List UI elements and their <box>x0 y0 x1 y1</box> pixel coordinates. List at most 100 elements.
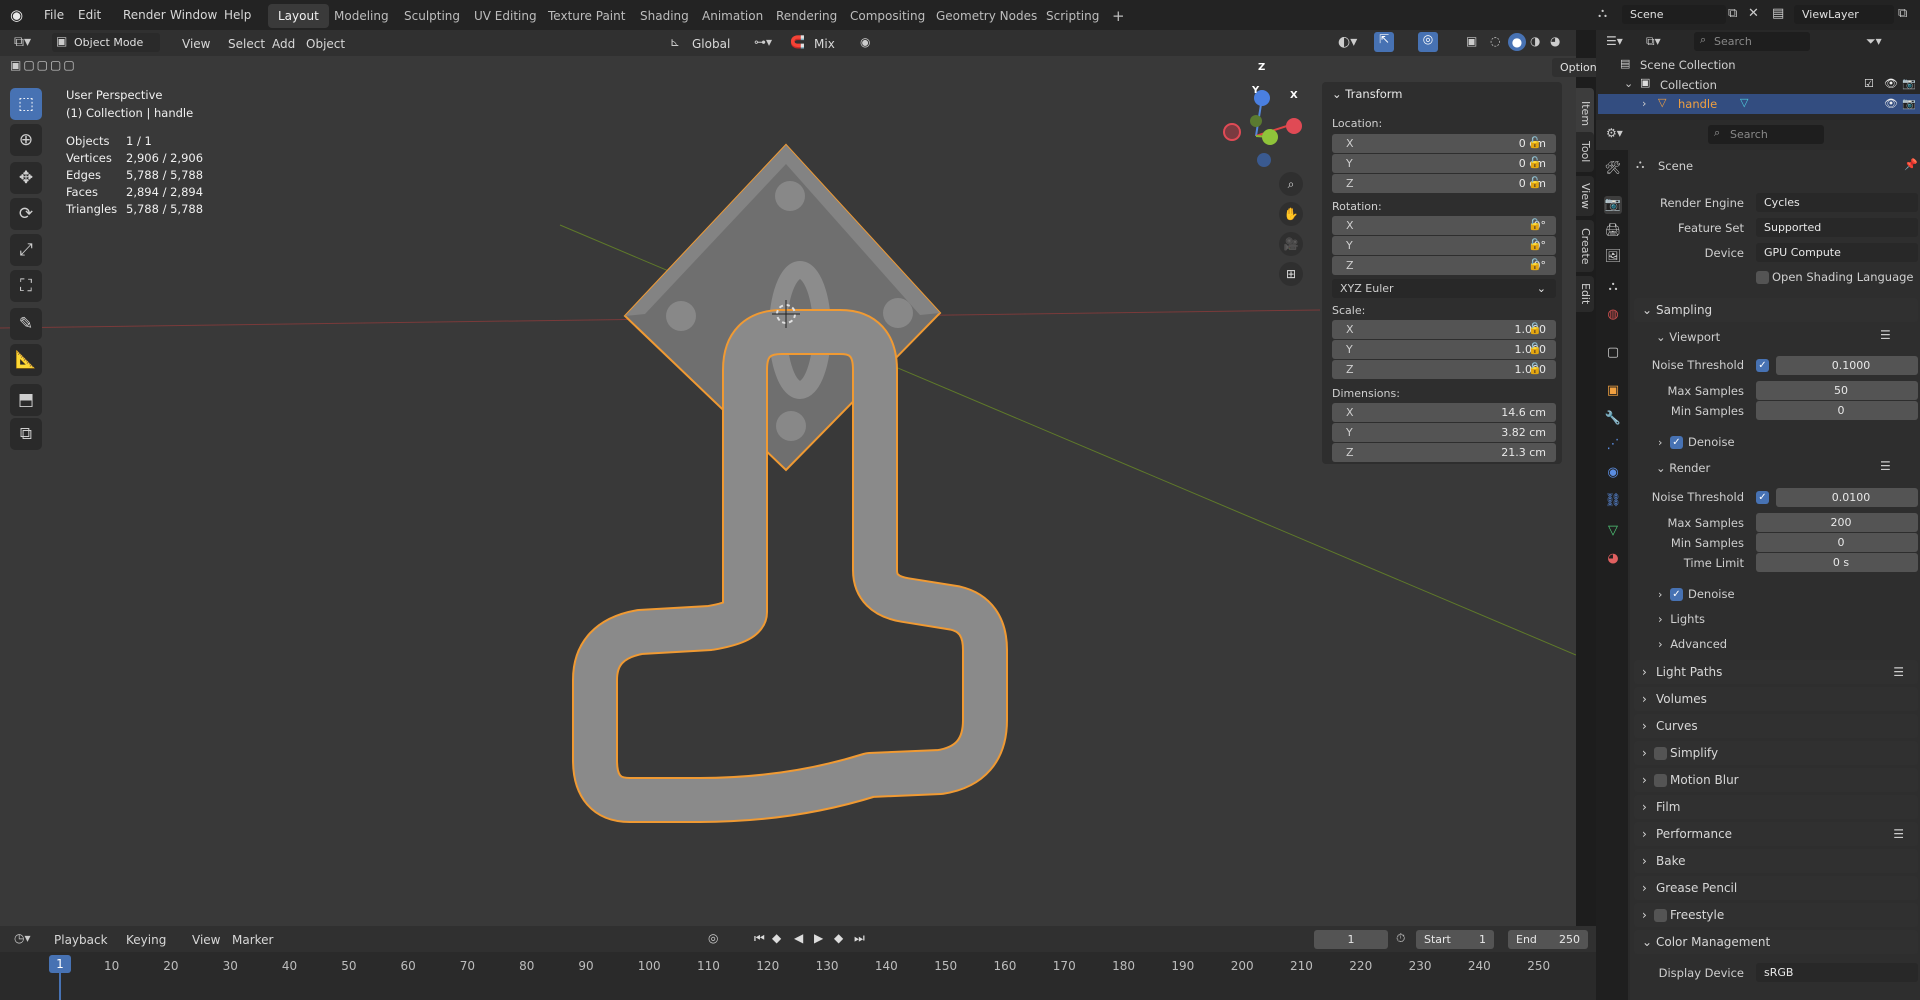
tab-scripting[interactable]: Scripting <box>1036 4 1109 28</box>
lock-icon[interactable]: 🔓 <box>1528 238 1542 252</box>
camera-view-icon[interactable]: 🎥 <box>1279 232 1303 256</box>
shading-solid-icon[interactable]: ● <box>1508 33 1526 51</box>
tab-edit[interactable]: Edit <box>1576 276 1594 312</box>
new-viewlayer-icon[interactable]: ⧉ <box>1898 6 1907 21</box>
device-selector[interactable]: GPU Compute <box>1756 243 1918 262</box>
next-keyframe-icon[interactable]: ◆ <box>834 931 843 945</box>
camera-icon[interactable]: 📷 <box>1902 97 1916 110</box>
filter-icon[interactable]: ⏷▾ <box>1866 34 1882 49</box>
shading-wireframe-icon[interactable]: ◌ <box>1490 34 1500 48</box>
scene-icon[interactable]: ⛬ <box>1598 6 1620 24</box>
blender-logo-icon[interactable]: ◉ <box>10 6 28 24</box>
list-icon[interactable]: ☰ <box>1880 328 1891 342</box>
xray-icon[interactable]: ▣ <box>1466 34 1477 48</box>
proportional-edit-icon[interactable]: ◉ <box>860 35 870 49</box>
viewlayer-icon[interactable]: ▤ <box>1772 6 1784 21</box>
zoom-icon[interactable]: ⌕ <box>1279 172 1303 196</box>
menu-edit[interactable]: Edit <box>70 5 109 25</box>
gizmo-y-label[interactable]: Y <box>1252 85 1259 96</box>
vp-min-samples-field[interactable]: 0 <box>1756 401 1918 420</box>
osl-checkbox[interactable] <box>1756 271 1769 284</box>
tab-texture-paint[interactable]: Texture Paint <box>538 4 635 28</box>
cursor-tool-icon[interactable]: ⊕ <box>10 124 42 156</box>
display-device-selector[interactable]: sRGB <box>1756 963 1918 982</box>
scale-y-field[interactable]: Y 1.000 <box>1332 340 1556 359</box>
r-noise-threshold-checkbox[interactable]: ✓ <box>1756 491 1769 504</box>
section-film[interactable]: › Film <box>1634 795 1918 819</box>
measure-tool-icon[interactable]: 📐 <box>10 344 42 376</box>
keying-menu[interactable]: Keying <box>120 930 172 950</box>
scene-collection-label[interactable]: Scene Collection <box>1640 58 1736 72</box>
dimension-y-field[interactable]: Y 3.82 cm <box>1332 423 1556 442</box>
move-tool-icon[interactable]: ✥ <box>10 162 42 194</box>
tab-modeling[interactable]: Modeling <box>324 4 399 28</box>
transform-panel-title[interactable]: ⌄ Transform <box>1332 87 1403 101</box>
menu-select[interactable]: Select <box>222 34 271 54</box>
add-workspace-button[interactable]: + <box>1102 4 1135 28</box>
tab-view[interactable]: View <box>1576 176 1594 216</box>
section-freestyle[interactable]: › Freestyle <box>1634 903 1918 927</box>
section-sampling[interactable]: ⌄ Sampling <box>1634 298 1918 322</box>
constraints-properties-icon[interactable]: ⛓ <box>1604 492 1622 510</box>
jump-start-icon[interactable]: ⏮ <box>754 931 765 946</box>
render-properties-icon[interactable]: 📷 <box>1604 196 1622 214</box>
object-label[interactable]: handle <box>1678 97 1717 111</box>
dimension-x-field[interactable]: X 14.6 cm <box>1332 403 1556 422</box>
lights-subsection[interactable]: › Lights <box>1658 612 1705 626</box>
tab-geometry-nodes[interactable]: Geometry Nodes <box>926 4 1047 28</box>
ortho-toggle-icon[interactable]: ⊞ <box>1279 262 1303 286</box>
delete-scene-icon[interactable]: ✕ <box>1748 6 1759 21</box>
tab-tool[interactable]: Tool <box>1576 132 1594 172</box>
rotation-y-field[interactable]: Y 0° <box>1332 236 1556 255</box>
snap-icon[interactable]: 🧲 <box>790 35 805 49</box>
gizmo-toggle-icon[interactable]: ⇱ <box>1374 32 1394 52</box>
object-properties-icon[interactable]: ▣ <box>1604 382 1622 400</box>
menu-object[interactable]: Object <box>300 34 351 54</box>
editor-type-icon[interactable]: ⧉▾ <box>14 34 31 50</box>
overlays-icon[interactable]: ◎ <box>1418 32 1438 52</box>
lock-icon[interactable]: 🔓 <box>1528 322 1542 336</box>
timeline-editor-icon[interactable]: ◷▾ <box>14 931 31 945</box>
shading-material-icon[interactable]: ◑ <box>1530 34 1540 48</box>
r-min-samples-field[interactable]: 0 <box>1756 533 1918 552</box>
viewlayer-selector[interactable]: ViewLayer <box>1794 5 1894 24</box>
location-y-field[interactable]: Y0 cm <box>1332 154 1556 173</box>
lock-icon[interactable]: 🔓 <box>1528 156 1542 170</box>
menu-file[interactable]: File <box>36 5 72 25</box>
output-properties-icon[interactable]: 🖨 <box>1604 222 1622 240</box>
transform-tool-icon[interactable]: ⛶ <box>10 270 42 302</box>
section-motion-blur[interactable]: › Motion Blur <box>1634 768 1918 792</box>
collection-checkbox-icon[interactable]: ☑ <box>1864 77 1874 90</box>
eye-icon[interactable]: 👁 <box>1884 77 1898 90</box>
advanced-subsection[interactable]: › Advanced <box>1658 637 1727 651</box>
time-limit-field[interactable]: 0 s <box>1756 553 1918 572</box>
outliner-editor-icon[interactable]: ☰▾ <box>1606 34 1623 48</box>
data-properties-icon[interactable]: ▽ <box>1604 522 1622 540</box>
prev-keyframe-icon[interactable]: ◆ <box>772 931 781 945</box>
location-z-field[interactable]: Z0 cm <box>1332 174 1556 193</box>
section-bake[interactable]: › Bake <box>1634 849 1918 873</box>
view-layer-properties-icon[interactable]: 🖼 <box>1604 248 1622 266</box>
pivot-icon[interactable]: ⊶▾ <box>754 35 772 49</box>
orientation-selector[interactable]: Global <box>686 34 736 54</box>
section-color-management[interactable]: ⌄ Color Management <box>1634 930 1918 954</box>
object-expand-icon[interactable]: › <box>1642 97 1646 110</box>
scene-selector[interactable]: Scene <box>1622 5 1726 24</box>
mode-selector[interactable]: Object Mode <box>52 33 160 52</box>
vp-denoise-checkbox[interactable]: ✓ <box>1670 436 1683 449</box>
select-tool-icon[interactable]: ⬚ <box>10 88 42 120</box>
play-reverse-icon[interactable]: ◀ <box>794 931 803 945</box>
pan-icon[interactable]: ✋ <box>1279 202 1303 226</box>
tab-rendering[interactable]: Rendering <box>766 4 847 28</box>
lock-icon[interactable]: 🔓 <box>1528 258 1542 272</box>
eye-icon[interactable]: 👁 <box>1884 97 1898 110</box>
properties-search-input[interactable]: Search <box>1708 125 1824 144</box>
render-subsection[interactable]: ⌄ Render <box>1656 461 1710 475</box>
r-denoise-expand-icon[interactable]: › <box>1658 588 1662 601</box>
menu-help[interactable]: Help <box>216 5 259 25</box>
tab-uv-editing[interactable]: UV Editing <box>464 4 547 28</box>
section-performance[interactable]: › Performance ☰ <box>1634 822 1918 846</box>
menu-add[interactable]: Add <box>266 34 301 54</box>
tab-compositing[interactable]: Compositing <box>840 4 935 28</box>
vp-denoise-expand-icon[interactable]: › <box>1658 436 1662 449</box>
